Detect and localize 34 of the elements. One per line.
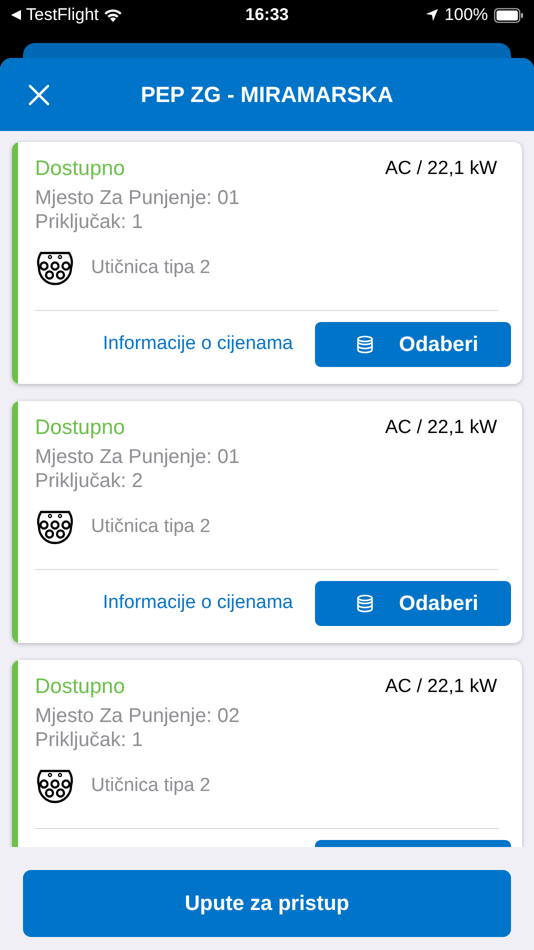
- coins-icon: [355, 334, 375, 354]
- socket-type: Utičnica tipa 2: [91, 256, 210, 280]
- place-label: Mjesto Za Punjenje: 02: [35, 704, 240, 728]
- price-info-link[interactable]: Informacije o cijenama: [102, 330, 293, 359]
- socket-icon: [35, 250, 75, 286]
- coins-icon: [355, 594, 375, 614]
- power-label: AC / 22,1 kW: [385, 675, 498, 699]
- battery-icon: [494, 8, 524, 22]
- connector-label: Priključak: 1: [35, 210, 143, 234]
- socket-icon: [35, 768, 75, 804]
- select-button[interactable]: Odaberi: [315, 322, 511, 367]
- wifi-icon: [102, 8, 123, 22]
- socket-type: Utičnica tipa 2: [91, 514, 210, 539]
- connector-label: Priključak: 1: [35, 728, 143, 752]
- power-label: AC / 22,1 kW: [385, 157, 498, 181]
- socket-type: Utičnica tipa 2: [91, 774, 210, 798]
- battery-percent: 100%: [444, 4, 488, 26]
- header-title: PEP ZG - MIRAMARSKA: [140, 81, 394, 109]
- price-info-link[interactable]: Informacije o cijenama: [102, 589, 293, 618]
- directions-button[interactable]: Upute za pristup: [23, 870, 511, 937]
- status-label: Dostupno: [35, 415, 125, 441]
- select-button[interactable]: Odaberi: [315, 581, 511, 626]
- close-icon[interactable]: [28, 84, 50, 106]
- power-label: AC / 22,1 kW: [385, 416, 498, 440]
- place-label: Mjesto Za Punjenje: 01: [35, 186, 240, 210]
- clock: 16:33: [245, 4, 289, 26]
- status-label: Dostupno: [35, 156, 125, 182]
- back-app-label[interactable]: TestFlight: [26, 2, 99, 28]
- back-arrow-icon[interactable]: [10, 9, 22, 21]
- connector-label: Priključak: 2: [35, 469, 143, 493]
- place-label: Mjesto Za Punjenje: 01: [35, 445, 240, 469]
- status-label: Dostupno: [35, 674, 125, 700]
- socket-icon: [35, 509, 75, 545]
- location-icon: [424, 8, 439, 22]
